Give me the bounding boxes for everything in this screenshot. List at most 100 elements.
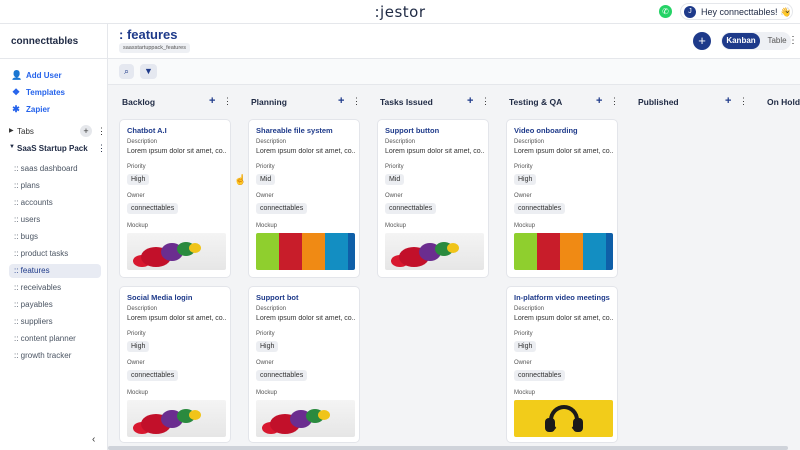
card-title[interactable]: Support bot: [256, 293, 299, 302]
mockup-image: [256, 400, 355, 437]
sidebar-item[interactable]: :: suppliers: [9, 315, 101, 329]
kanban-card[interactable]: Support button Description Lorem ipsum dol…: [377, 119, 489, 278]
sidebar-item[interactable]: :: receivables: [9, 281, 101, 295]
more-options-icon[interactable]: ⋮: [352, 96, 361, 107]
table-view-button[interactable]: Table: [764, 33, 790, 49]
pack-section[interactable]: ▼ SaaS Startup Pack ⋮: [9, 143, 106, 155]
user-greeting: Hey connecttables! 👋: [701, 7, 792, 17]
owner-badge: connecttables: [514, 370, 566, 381]
column-title: Backlog: [122, 97, 156, 107]
sidebar-item[interactable]: :: growth tracker: [9, 349, 101, 363]
add-tab-button[interactable]: +: [80, 125, 92, 137]
user-menu[interactable]: J Hey connecttables! 👋 ⌄: [680, 3, 793, 20]
kanban-column: Published + ⋮: [635, 86, 755, 450]
column-title: Published: [638, 97, 679, 107]
owner-badge: connecttables: [127, 203, 179, 214]
more-options-icon[interactable]: ⋮: [97, 143, 106, 154]
card-title[interactable]: Video onboarding: [514, 126, 578, 135]
toolbar: ⌕ ▼: [108, 59, 800, 85]
sidebar-item[interactable]: :: plans: [9, 179, 101, 193]
field-label-description: Description: [514, 306, 545, 312]
table-slug: saasstartuppack_features: [119, 43, 190, 53]
field-label-description: Description: [127, 139, 158, 145]
add-card-button[interactable]: +: [209, 95, 215, 107]
filter-icon[interactable]: ▼: [140, 64, 157, 79]
add-card-button[interactable]: +: [338, 95, 344, 107]
column-header: Backlog + ⋮: [119, 95, 239, 110]
tabs-label: Tabs: [17, 127, 34, 136]
column-title: Tasks Issued: [380, 97, 433, 107]
page-header: : features saasstartuppack_features + Ka…: [108, 24, 800, 59]
door-shape: [560, 233, 584, 270]
caret-right-icon[interactable]: ▶: [9, 127, 14, 134]
owner-badge: connecttables: [256, 370, 308, 381]
toy-shape: [189, 243, 201, 253]
field-label-description: Description: [256, 306, 287, 312]
card-title[interactable]: Chatbot A.I: [127, 126, 167, 135]
owner-badge: connecttables: [385, 203, 437, 214]
field-label-owner: Owner: [385, 193, 403, 199]
field-label-mockup: Mockup: [385, 223, 407, 229]
sidebar-link-zapier[interactable]: ✱ Zapier: [11, 103, 50, 115]
kanban-column: Planning + ⋮ Shareable file system Descripti…: [248, 86, 368, 450]
door-shape: [256, 233, 280, 270]
kanban-card[interactable]: Social Media login Description Lorem ipsum…: [119, 286, 231, 443]
collapse-sidebar-icon[interactable]: ‹: [92, 434, 95, 445]
sidebar-item[interactable]: :: users: [9, 213, 101, 227]
add-record-button[interactable]: +: [693, 32, 711, 50]
add-card-button[interactable]: +: [467, 95, 473, 107]
more-options-icon[interactable]: ⋮: [788, 35, 798, 46]
chevron-down-icon[interactable]: ⌄: [66, 36, 74, 47]
search-icon[interactable]: ⌕: [119, 64, 134, 79]
kanban-card[interactable]: Shareable file system Description Lorem ip…: [248, 119, 360, 278]
card-title[interactable]: Social Media login: [127, 293, 192, 302]
more-options-icon[interactable]: ⋮: [97, 126, 106, 137]
field-label-priority: Priority: [514, 164, 533, 170]
headphones-shape: [545, 418, 555, 432]
kanban-column: Testing & QA + ⋮ Video onboarding Descriptio…: [506, 86, 626, 450]
sidebar-link-add-user[interactable]: 👤 Add User: [11, 69, 62, 81]
sidebar-item[interactable]: :: accounts: [9, 196, 101, 210]
sidebar-item[interactable]: :: saas dashboard: [9, 162, 101, 176]
sidebar-link-templates[interactable]: ❖ Templates: [11, 86, 65, 98]
description-value: Lorem ipsum dolor sit amet, co...: [514, 148, 614, 155]
owner-badge: connecttables: [514, 203, 566, 214]
priority-badge: High: [256, 341, 279, 352]
page-title: : features: [119, 27, 178, 42]
zapier-icon: ✱: [12, 103, 20, 114]
field-label-owner: Owner: [127, 360, 145, 366]
kanban-card[interactable]: Video onboarding Description Lorem ipsum d…: [506, 119, 618, 278]
more-options-icon[interactable]: ⋮: [223, 96, 232, 107]
sidebar-item[interactable]: :: features: [9, 264, 101, 278]
horizontal-scrollbar[interactable]: [108, 446, 788, 450]
kanban-view-button[interactable]: Kanban: [722, 33, 760, 49]
card-title[interactable]: Shareable file system: [256, 126, 333, 135]
pack-label: SaaS Startup Pack: [17, 144, 88, 153]
tabs-section[interactable]: ▶ Tabs + ⋮: [9, 125, 106, 138]
door-shape: [325, 233, 349, 270]
sidebar-item[interactable]: :: bugs: [9, 230, 101, 244]
sidebar-item[interactable]: :: payables: [9, 298, 101, 312]
caret-down-icon[interactable]: ▼: [9, 144, 15, 150]
card-title[interactable]: In-platform video meetings: [514, 293, 610, 302]
more-options-icon[interactable]: ⋮: [610, 96, 619, 107]
add-card-button[interactable]: +: [725, 95, 731, 107]
door-shape: [606, 233, 613, 270]
sidebar-item[interactable]: :: product tasks: [9, 247, 101, 261]
top-bar: :jestor ✆ J Hey connecttables! 👋 ⌄: [0, 0, 800, 24]
door-shape: [583, 233, 607, 270]
mockup-image: [127, 400, 226, 437]
field-label-owner: Owner: [514, 360, 532, 366]
sidebar-item[interactable]: :: content planner: [9, 332, 101, 346]
field-label-description: Description: [385, 139, 416, 145]
card-title[interactable]: Support button: [385, 126, 439, 135]
more-options-icon[interactable]: ⋮: [481, 96, 490, 107]
column-header: Tasks Issued + ⋮: [377, 95, 497, 110]
kanban-card[interactable]: Support bot Description Lorem ipsum dolor …: [248, 286, 360, 443]
kanban-card[interactable]: Chatbot A.I Description Lorem ipsum dolor …: [119, 119, 231, 278]
kanban-card[interactable]: In-platform video meetings Description Lor…: [506, 286, 618, 443]
priority-badge: Mid: [256, 174, 276, 185]
more-options-icon[interactable]: ⋮: [739, 96, 748, 107]
whatsapp-icon[interactable]: ✆: [659, 5, 672, 18]
add-card-button[interactable]: +: [596, 95, 602, 107]
